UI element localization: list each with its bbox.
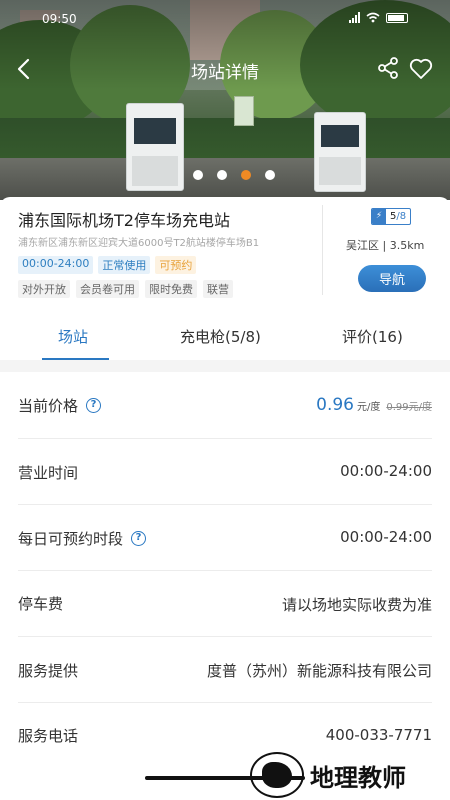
status-time: 09:50 [42, 12, 77, 26]
tab-reviews[interactable]: 评价(16) [342, 326, 403, 347]
price-current: 0.96 [316, 395, 354, 415]
charger-count-badge: ⚡ 5/8 [371, 208, 412, 225]
pager-dot[interactable] [217, 170, 227, 180]
price-value: 0.96 元/度 0.99元/度 [316, 395, 432, 415]
charger-icon: ⚡ [372, 209, 386, 224]
phone-value[interactable]: 400-033-7771 [326, 726, 432, 744]
pager-dot-active[interactable] [241, 170, 251, 180]
phone-label: 服务电话 [18, 727, 79, 745]
photo-charger [126, 103, 184, 191]
signal-icon [349, 12, 360, 23]
tab-station[interactable]: 场站 [58, 326, 88, 347]
heart-icon [409, 58, 433, 79]
watermark-text: 地理教师 [310, 762, 406, 792]
pager-dot[interactable] [193, 170, 203, 180]
parking-label: 停车费 [18, 595, 64, 613]
feature-tag: 对外开放 [18, 280, 70, 298]
hours-value: 00:00-24:00 [340, 462, 432, 480]
feature-tag: 联营 [203, 280, 233, 298]
tag-hours: 00:00-24:00 [18, 256, 94, 274]
favorite-button[interactable] [408, 56, 434, 82]
tag-reservable: 可预约 [155, 256, 197, 274]
feature-tag: 会员卷可用 [76, 280, 139, 298]
share-button[interactable] [376, 56, 402, 82]
status-tags: 00:00-24:00 正常使用 可预约 [18, 256, 197, 274]
photo-hedge [0, 118, 450, 158]
gallery-pager[interactable] [193, 170, 275, 180]
photo-charger [314, 112, 366, 192]
reserve-label: 每日可预约时段 [18, 530, 124, 548]
station-name: 浦东国际机场T2停车场充电站 [18, 211, 230, 230]
divider [322, 205, 323, 295]
station-info-card: 浦东国际机场T2停车场充电站 浦东新区浦东新区迎宾大道6000号T2航站楼停车场… [0, 197, 450, 305]
charger-count: 5/8 [390, 211, 407, 222]
tag-status: 正常使用 [98, 256, 151, 274]
parking-value: 请以场地实际收费为准 [281, 596, 432, 614]
battery-icon [386, 12, 408, 23]
wifi-icon [366, 12, 380, 23]
price-original: 0.99元/度 [386, 402, 432, 413]
reserve-value: 00:00-24:00 [340, 528, 432, 546]
status-bar: 09:50 [0, 8, 450, 30]
watermark: 地理教师 [250, 752, 406, 798]
price-unit: 元/度 [356, 402, 381, 413]
feature-tags: 对外开放 会员卷可用 限时免费 联营 [18, 280, 233, 298]
row-provider: 服务提供 度普（苏州）新能源科技有限公司 [18, 637, 432, 703]
row-parking: 停车费 请以场地实际收费为准 [18, 571, 432, 637]
provider-label: 服务提供 [18, 662, 79, 680]
section-gap [0, 360, 450, 372]
home-indicator[interactable] [145, 776, 305, 780]
district-distance: 吴江区 | 3.5km [346, 239, 425, 252]
status-icons [349, 12, 408, 23]
station-address: 浦东新区浦东新区迎宾大道6000号T2航站楼停车场B1 [18, 238, 260, 249]
photo-sign [234, 96, 254, 126]
tab-charging-guns[interactable]: 充电枪(5/8) [180, 326, 261, 347]
share-icon [378, 57, 398, 79]
price-label: 当前价格 [18, 397, 79, 415]
hours-label: 营业时间 [18, 464, 79, 482]
watermark-logo [250, 752, 304, 798]
provider-value: 度普（苏州）新能源科技有限公司 [206, 662, 432, 680]
tab-bar: 场站 充电枪(5/8) 评价(16) [0, 316, 450, 360]
feature-tag: 限时免费 [145, 280, 197, 298]
navigate-button[interactable]: 导航 [358, 265, 426, 292]
row-price: 当前价格? 0.96 元/度 0.99元/度 [18, 373, 432, 439]
pager-dot[interactable] [265, 170, 275, 180]
row-reserve: 每日可预约时段? 00:00-24:00 [18, 505, 432, 571]
help-icon[interactable]: ? [131, 531, 147, 546]
help-icon[interactable]: ? [86, 398, 102, 413]
row-hours: 营业时间 00:00-24:00 [18, 439, 432, 505]
